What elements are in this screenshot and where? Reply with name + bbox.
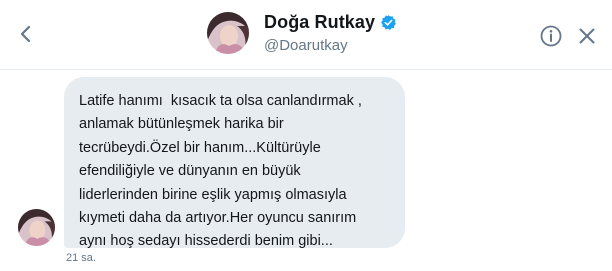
conversation-header: Doğa Rutkay @Doarutkay bbox=[0, 0, 612, 70]
close-icon bbox=[579, 28, 595, 44]
user-handle: @Doarutkay bbox=[264, 37, 348, 54]
profile-avatar[interactable] bbox=[207, 12, 249, 54]
sender-avatar[interactable] bbox=[18, 209, 55, 246]
verified-badge-icon bbox=[381, 15, 397, 30]
message-line: liderlerinden birine eşlik yapmış olması… bbox=[79, 186, 347, 203]
message-line: aynı hoş sedayı hissederdi benim gibi... bbox=[79, 233, 333, 250]
back-button[interactable] bbox=[12, 20, 40, 48]
close-button[interactable] bbox=[575, 24, 599, 48]
message-timestamp: 21 sa. bbox=[66, 252, 96, 264]
message-bubble: Latife hanımı kısacık ta olsa canlandırm… bbox=[64, 77, 405, 249]
message-line: efendiliğiyle ve dünyanın en büyük bbox=[79, 163, 301, 180]
message-line: kıymeti daha da artıyor.Her oyuncu sanır… bbox=[79, 210, 357, 227]
message-line: anlamak bütünleşmek harika bir bbox=[79, 116, 284, 133]
info-icon bbox=[540, 25, 562, 47]
name-row: Doğa Rutkay bbox=[264, 12, 397, 33]
display-name[interactable]: Doğa Rutkay bbox=[264, 12, 375, 33]
chevron-left-icon bbox=[20, 25, 31, 43]
conversation-info-button[interactable] bbox=[539, 24, 563, 48]
message-line: Latife hanımı kısacık ta olsa canlandırm… bbox=[79, 93, 362, 109]
message-line: tecrübeydi.Özel bir hanım...Kültürüyle bbox=[79, 139, 321, 156]
